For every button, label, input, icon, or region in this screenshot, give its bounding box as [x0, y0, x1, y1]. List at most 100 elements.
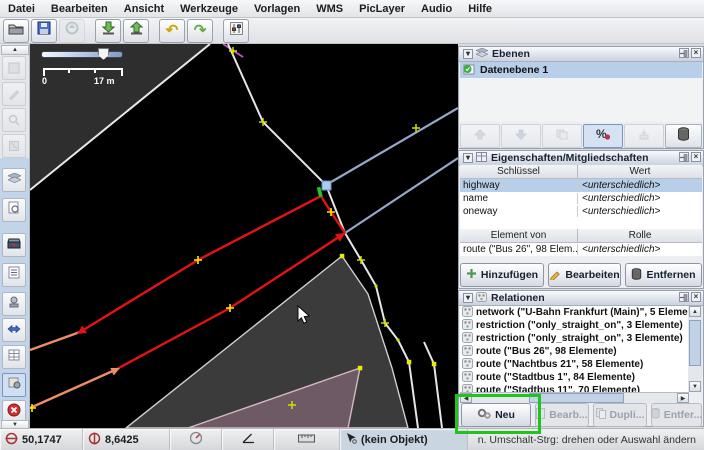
edit-tag-button[interactable]: Bearbeiten — [548, 263, 621, 287]
heading-icon — [189, 431, 203, 448]
panel-menu-button[interactable]: ▾ — [463, 293, 473, 303]
scroll-down-arrow[interactable]: ▼ — [689, 381, 701, 392]
vertical-scroll-thumb[interactable] — [689, 320, 701, 366]
plus-icon — [466, 268, 477, 282]
menu-wms[interactable]: WMS — [308, 2, 351, 16]
arrow-down-icon — [515, 127, 527, 145]
cursor-select-icon — [345, 432, 357, 447]
map-render — [30, 44, 458, 428]
menu-ansicht[interactable]: Ansicht — [116, 2, 172, 16]
redo-button[interactable]: ↷ — [187, 19, 213, 43]
add-tag-button[interactable]: Hinzufügen — [460, 263, 544, 287]
status-bar: 50,1747 8,6425 (kein Objekt) n. Umschalt… — [0, 428, 704, 450]
menu-audio[interactable]: Audio — [413, 2, 460, 16]
save-button[interactable] — [31, 19, 57, 43]
scale-bar — [43, 68, 123, 76]
undo-arrow-icon: ↶ — [166, 23, 179, 38]
selected-node[interactable] — [322, 181, 331, 190]
pin-icon[interactable] — [679, 152, 689, 162]
preferences-button[interactable] — [223, 19, 249, 43]
panel-menu-button[interactable]: ▾ — [463, 49, 473, 59]
menu-bearbeiten[interactable]: Bearbeiten — [43, 2, 116, 16]
layer-delete-button[interactable] — [665, 124, 702, 148]
pin-icon[interactable] — [679, 48, 689, 58]
pencil-icon — [549, 268, 561, 283]
scroll-up-arrow[interactable]: ▲ — [689, 306, 701, 317]
copy-icon — [596, 408, 606, 422]
layer-duplicate-button — [542, 124, 582, 148]
tags-value-header[interactable]: Wert — [578, 165, 702, 178]
upload-data-button[interactable] — [123, 19, 149, 43]
membership-table: Element von Rolle route ("Bus 26", 98 El… — [460, 229, 702, 256]
map-canvas[interactable]: 0 17 m — [30, 44, 458, 428]
menu-datei[interactable]: Datei — [0, 2, 43, 16]
layer-row[interactable]: Datenebene 1 — [460, 62, 702, 78]
close-icon[interactable]: × — [691, 152, 701, 162]
menu-vorlagen[interactable]: Vorlagen — [246, 2, 308, 16]
floppy-icon — [37, 21, 51, 40]
toggle-layers-dialog-button[interactable] — [2, 168, 26, 192]
membership-element-header[interactable]: Element von — [460, 229, 578, 242]
tag-row[interactable]: oneway <unterschiedlich> — [460, 205, 702, 218]
upload-arrow-icon — [129, 21, 144, 40]
undo-button[interactable]: ↶ — [159, 19, 185, 43]
toggle-properties-dialog-button[interactable] — [2, 345, 26, 369]
menu-hilfe[interactable]: Hilfe — [460, 2, 500, 16]
gears-icon — [477, 407, 491, 423]
trash-icon — [631, 268, 642, 283]
scroll-left-arrow[interactable]: ◀ — [460, 393, 472, 403]
horizontal-scroll-thumb[interactable] — [529, 393, 624, 403]
menu-piclayer[interactable]: PicLayer — [351, 2, 413, 16]
relation-list-item[interactable]: route ("Bus 26", 98 Elemente) — [460, 345, 689, 358]
relation-list-item[interactable]: restriction ("only_straight_on", 3 Eleme… — [460, 332, 689, 345]
folder-icon — [8, 22, 24, 40]
close-icon[interactable]: × — [691, 292, 701, 302]
toolbar-collapse-handle[interactable]: ▲ — [1, 45, 29, 55]
toggle-search-dialog-button[interactable] — [2, 198, 26, 222]
download-data-button[interactable] — [95, 19, 121, 43]
membership-row[interactable]: route ("Bus 26", 98 Elem... <unterschied… — [460, 243, 702, 256]
relation-list-item[interactable]: route ("Nachtbus 21", 58 Elemente) — [460, 358, 689, 371]
properties-panel-titlebar: ▾ Eigenschaften/Mitgliedschaften × — [459, 151, 703, 166]
trash-icon — [677, 127, 690, 146]
toggle-command-stack-button[interactable] — [2, 233, 26, 257]
toggle-selection-list-button[interactable] — [2, 263, 26, 287]
layer-check-icon[interactable] — [463, 63, 476, 78]
panel-menu-button[interactable]: ▾ — [463, 153, 473, 163]
close-icon[interactable]: × — [691, 48, 701, 58]
scale-start-label: 0 — [42, 76, 47, 86]
tags-key-header[interactable]: Schlüssel — [460, 165, 578, 178]
relation-list-item[interactable]: route ("Stadtbus 11", 70 Elemente) — [460, 384, 689, 392]
pin-icon[interactable] — [679, 292, 689, 302]
toggle-conflicts-button[interactable] — [2, 318, 26, 342]
layers-icon — [476, 48, 488, 61]
open-file-button[interactable] — [3, 19, 29, 43]
properties-icon — [476, 152, 487, 165]
delete-tag-button[interactable]: Entfernen — [625, 263, 702, 287]
relations-panel: ▾ Relationen × network ("U-Bahn Frankfur… — [458, 290, 704, 427]
menu-werkzeuge[interactable]: Werkzeuge — [172, 2, 246, 16]
angle-icon — [241, 432, 255, 447]
membership-role-header[interactable]: Rolle — [578, 229, 702, 242]
relation-list-item[interactable]: network ("U-Bahn Frankfurt (Main)", 5 El… — [460, 306, 689, 319]
toggle-relations-dialog-button[interactable] — [2, 373, 26, 397]
tag-row[interactable]: highway <unterschiedlich> — [460, 179, 702, 192]
new-relation-button[interactable]: Neu — [461, 403, 531, 427]
arrow-up-icon — [474, 127, 486, 145]
toggle-validator-button[interactable] — [2, 292, 26, 316]
properties-panel: ▾ Eigenschaften/Mitgliedschaften × Schlü… — [458, 150, 704, 289]
zoom-slider[interactable] — [42, 52, 122, 57]
layer-opacity-button[interactable]: % — [583, 124, 623, 148]
download-arrow-icon — [101, 21, 116, 40]
duplicate-icon — [556, 127, 568, 145]
document-search-icon — [8, 201, 20, 219]
document-icon — [536, 408, 545, 422]
tag-row[interactable]: name <unterschiedlich> — [460, 192, 702, 205]
scroll-right-arrow[interactable]: ▶ — [677, 393, 689, 403]
relation-icon — [462, 319, 473, 332]
relation-list-item[interactable]: restriction ("only_straight_on", 3 Eleme… — [460, 319, 689, 332]
relation-icon — [462, 306, 473, 319]
menu-bar: Datei Bearbeiten Ansicht Werkzeuge Vorla… — [0, 0, 704, 18]
relation-list-item[interactable]: route ("Stadtbus 1", 84 Elemente) — [460, 371, 689, 384]
relations-vertical-scrollbar[interactable]: ▲ ▼ — [688, 306, 702, 392]
